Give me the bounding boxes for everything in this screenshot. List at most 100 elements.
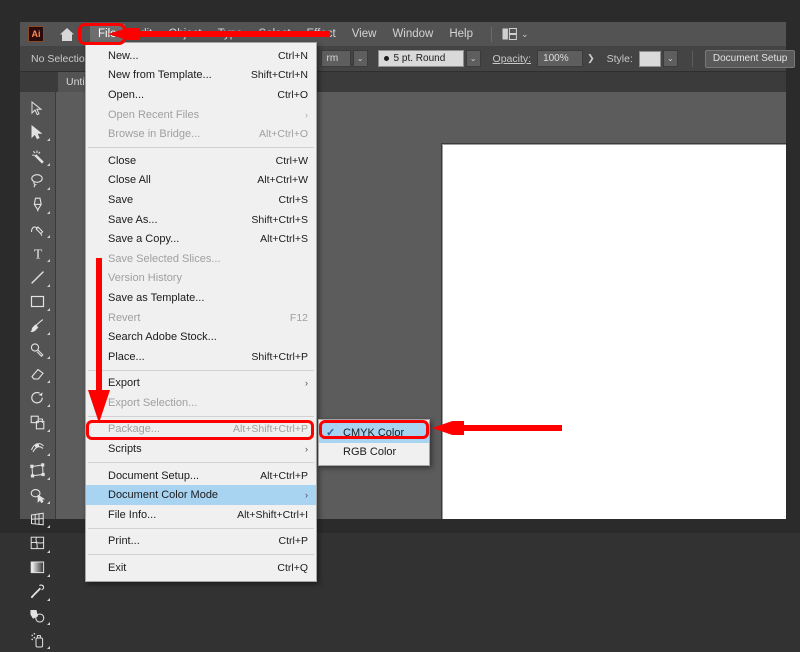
curvature-tool[interactable] xyxy=(23,217,53,241)
pen-tool[interactable] xyxy=(23,193,53,217)
menu-item-label: Export xyxy=(108,377,140,390)
menu-item-label: Print... xyxy=(108,535,140,548)
menu-item-label: Save a Copy... xyxy=(108,233,180,246)
opacity-input[interactable]: 100% xyxy=(537,50,584,67)
menu-help[interactable]: Help xyxy=(441,24,481,44)
menu-item-close[interactable]: Close Ctrl+W xyxy=(86,151,316,171)
gradient-tool[interactable] xyxy=(23,556,53,580)
rectangle-tool[interactable] xyxy=(23,290,53,314)
menu-separator xyxy=(88,461,314,463)
shaper-tool[interactable] xyxy=(23,338,53,362)
document-setup-button[interactable]: Document Setup xyxy=(704,49,796,68)
menu-item-close-all[interactable]: Close All Alt+Ctrl+W xyxy=(86,171,316,191)
menu-item-label: Save xyxy=(108,193,134,206)
menu-item-browse-in-bridge: Browse in Bridge... Alt+Ctrl+O xyxy=(86,124,316,144)
menu-item-label: Version History xyxy=(108,272,182,285)
line-segment-tool[interactable] xyxy=(23,265,53,289)
menu-item-document-setup[interactable]: Document Setup... Alt+Ctrl+P xyxy=(86,466,316,486)
submenu-item-label: RGB Color xyxy=(343,446,397,459)
menu-item-shortcut: Ctrl+N xyxy=(277,49,308,62)
menu-item-open[interactable]: Open... Ctrl+O xyxy=(86,85,316,105)
menu-item-place[interactable]: Place... Shift+Ctrl+P xyxy=(86,347,316,367)
illustrator-window: » xyxy=(0,0,800,650)
menu-item-open-recent-files: Open Recent Files › xyxy=(86,105,316,125)
menu-separator xyxy=(88,415,314,417)
menu-window[interactable]: Window xyxy=(384,24,441,44)
menu-item-label: Document Setup... xyxy=(108,469,200,482)
menu-item-label: Revert xyxy=(108,311,141,324)
menu-item-label: Scripts xyxy=(108,443,142,456)
menu-item-label: Document Color Mode xyxy=(108,489,219,502)
menu-item-save-selected-slices: Save Selected Slices... xyxy=(86,249,316,269)
paintbrush-tool[interactable] xyxy=(23,314,53,338)
menu-item-scripts[interactable]: Scripts › xyxy=(86,439,316,459)
menu-item-label: Search Adobe Stock... xyxy=(108,331,217,344)
annotation-highlight-document-color-mode xyxy=(86,420,314,440)
menu-item-search-adobe-stock[interactable]: Search Adobe Stock... xyxy=(86,327,316,347)
opacity-label[interactable]: Opacity: xyxy=(493,53,532,65)
stroke-profile-field[interactable]: rm xyxy=(320,50,351,67)
menu-item-shortcut: F12 xyxy=(289,311,308,324)
selection-status: No Selection xyxy=(31,52,91,65)
symbol-sprayer-tool[interactable] xyxy=(23,628,53,652)
chevron-right-icon: › xyxy=(305,490,308,501)
tool-list: T xyxy=(20,96,55,652)
menu-item-save[interactable]: Save Ctrl+S xyxy=(86,190,316,210)
submenu-item-rgb-color[interactable]: RGB Color xyxy=(319,443,429,463)
menu-item-save-as[interactable]: Save As... Shift+Ctrl+S xyxy=(86,210,316,230)
menu-item-label: Open... xyxy=(108,88,145,101)
graphic-style-swatch[interactable] xyxy=(638,50,661,67)
free-transform-tool[interactable] xyxy=(23,459,53,483)
menu-item-label: Save as Template... xyxy=(108,291,205,304)
tools-panel[interactable]: » xyxy=(20,72,56,650)
graphic-style-chevron-down-icon[interactable]: ⌄ xyxy=(662,50,678,67)
menu-item-export[interactable]: Export › xyxy=(86,374,316,394)
arrange-documents-icon[interactable]: ⌄ xyxy=(502,28,529,40)
menu-item-save-a-copy[interactable]: Save a Copy... Alt+Ctrl+S xyxy=(86,229,316,249)
perspective-grid-tool[interactable] xyxy=(23,507,53,531)
annotation-arrow-down-to-document-color-mode xyxy=(88,258,110,423)
selection-tool[interactable] xyxy=(23,96,53,120)
menu-item-label: Open Recent Files xyxy=(108,108,200,121)
scale-tool[interactable] xyxy=(23,410,53,434)
blend-tool[interactable] xyxy=(23,604,53,628)
menu-separator xyxy=(88,146,314,148)
menu-item-save-as-template[interactable]: Save as Template... xyxy=(86,288,316,308)
eraser-tool[interactable] xyxy=(23,362,53,386)
stroke-profile-chevron-down-icon[interactable]: ⌄ xyxy=(352,50,368,67)
brush-definition-label: 5 pt. Round xyxy=(393,53,446,64)
menu-item-new[interactable]: New... Ctrl+N xyxy=(86,46,316,66)
type-tool[interactable]: T xyxy=(23,241,53,265)
menu-item-print[interactable]: Print... Ctrl+P xyxy=(86,532,316,552)
direct-selection-tool[interactable] xyxy=(23,120,53,144)
brush-definition-field[interactable]: 5 pt. Round xyxy=(377,50,464,67)
brush-definition-chevron-down-icon[interactable]: ⌄ xyxy=(465,50,481,67)
chevron-right-icon: › xyxy=(305,109,308,120)
opacity-more-options-icon[interactable]: ❯ xyxy=(587,53,595,64)
menu-item-version-history: Version History xyxy=(86,269,316,289)
menu-item-exit[interactable]: Exit Ctrl+Q xyxy=(86,558,316,578)
rotate-tool[interactable] xyxy=(23,386,53,410)
arrange-chevron-down-icon[interactable]: ⌄ xyxy=(521,29,529,40)
menu-item-shortcut: Ctrl+P xyxy=(278,535,308,548)
mesh-tool[interactable] xyxy=(23,531,53,555)
menu-item-label: Export Selection... xyxy=(108,396,198,409)
chevron-right-icon: › xyxy=(305,378,308,389)
annotation-highlight-file-menu xyxy=(78,23,126,45)
menu-item-file-info[interactable]: File Info... Alt+Shift+Ctrl+I xyxy=(86,505,316,525)
home-icon[interactable] xyxy=(58,25,76,43)
menu-item-document-color-mode[interactable]: Document Color Mode › xyxy=(86,485,316,506)
eyedropper-tool[interactable] xyxy=(23,580,53,604)
width-tool[interactable] xyxy=(23,435,53,459)
magic-wand-tool[interactable] xyxy=(23,144,53,168)
control-divider-2 xyxy=(691,50,693,67)
artboard[interactable] xyxy=(442,144,786,519)
menu-view[interactable]: View xyxy=(344,24,385,44)
annotation-highlight-cmyk-color xyxy=(319,420,429,439)
lasso-tool[interactable] xyxy=(23,169,53,193)
menu-item-new-from-template[interactable]: New from Template... Shift+Ctrl+N xyxy=(86,66,316,86)
svg-text:T: T xyxy=(33,247,42,261)
shape-builder-tool[interactable] xyxy=(23,483,53,507)
file-menu-dropdown[interactable]: New... Ctrl+N New from Template... Shift+Ct… xyxy=(85,42,317,582)
menu-item-revert: Revert F12 xyxy=(86,308,316,328)
